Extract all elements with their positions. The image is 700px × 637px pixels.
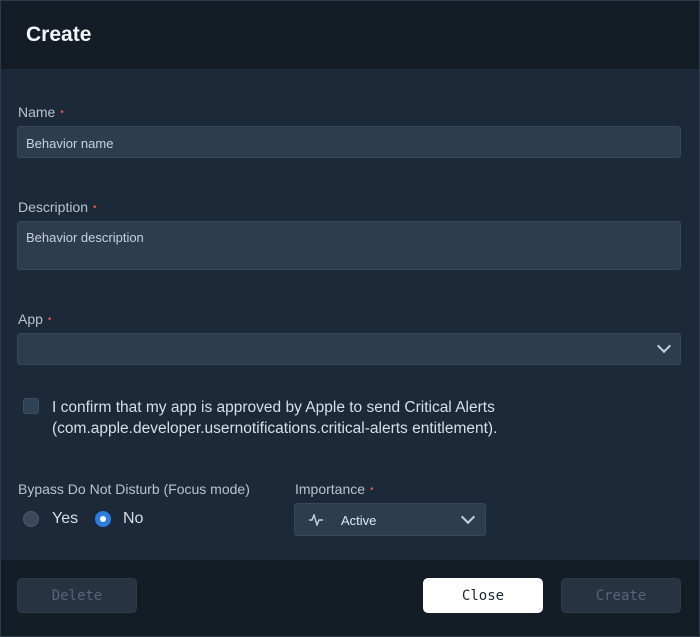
bypass-yes-radio[interactable] [23,511,39,527]
importance-select[interactable]: Active [294,503,486,536]
name-placeholder: Behavior name [26,136,114,151]
create-button[interactable]: Create [561,578,681,613]
modal-footer: Delete Close Create [1,560,699,636]
required-mark: • [370,484,374,495]
create-modal: Create Name • Behavior name Description • … [0,0,700,637]
bypass-label: Bypass Do Not Disturb (Focus mode) [18,481,250,497]
name-label: Name • [18,104,64,120]
bypass-no-label: No [123,510,144,527]
chevron-down-icon [460,509,476,525]
description-label: Description • [18,199,97,215]
description-textarea[interactable]: Behavior description [17,221,681,270]
importance-label: Importance • [295,481,374,497]
bypass-yes-label: Yes [52,510,79,527]
modal-header: Create [1,1,699,69]
bypass-no-radio[interactable] [95,511,111,527]
description-placeholder: Behavior description [26,230,144,245]
required-mark: • [47,314,52,325]
modal-title: Create [26,23,92,46]
close-button[interactable]: Close [423,578,543,613]
delete-button[interactable]: Delete [17,578,137,613]
chevron-down-icon [656,338,672,354]
app-label: App • [18,311,52,327]
activity-pulse-icon [309,514,323,526]
confirm-label: I confirm that my app is approved by App… [52,399,498,437]
importance-value: Active [341,513,377,528]
required-mark: • [60,107,64,118]
confirm-checkbox[interactable] [23,398,39,414]
name-input[interactable]: Behavior name [17,126,681,158]
app-select[interactable] [17,333,681,365]
required-mark: • [93,202,97,213]
